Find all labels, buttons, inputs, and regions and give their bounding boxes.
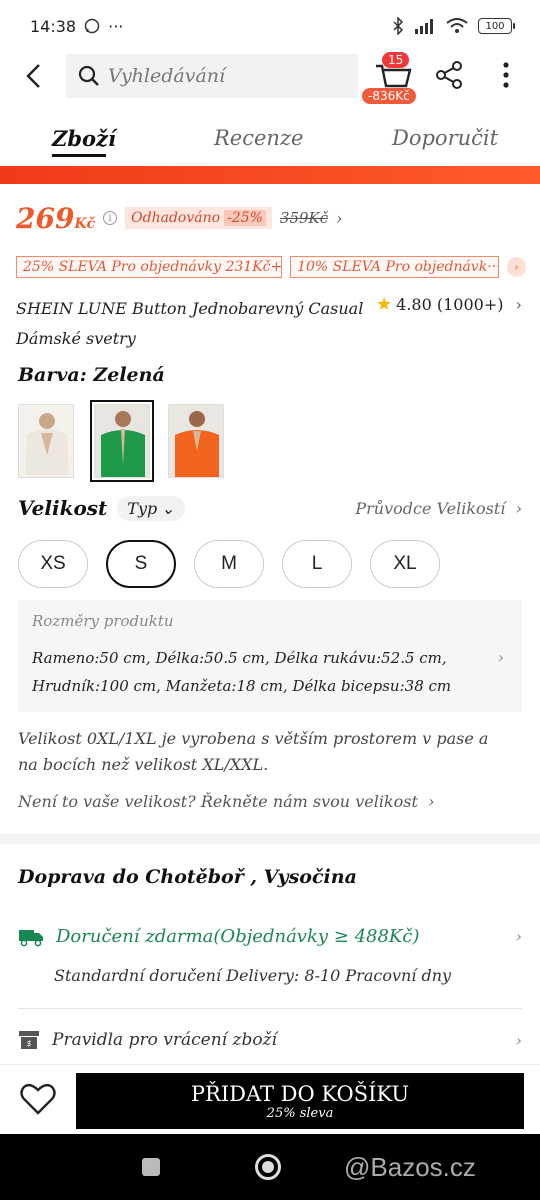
wifi-icon [446,18,468,33]
returns-label: Pravidla pro vrácení zboží [52,1030,277,1050]
coupon-row: 25% SLEVA Pro objednávky 231Kč+ 10% SLEV… [16,254,527,280]
back-arrow-icon[interactable] [22,62,46,90]
coupon-more-icon[interactable]: › [506,257,527,277]
status-time: 14:38 [30,16,77,36]
size-note: Velikost 0XL/1XL je vyrobena s větším pr… [18,729,489,774]
shipping-title: Doprava do Chotěboř , Vysočina [18,866,357,888]
cart-savings-badge: -836Kč [362,88,416,104]
returns-row[interactable]: $ Pravidla pro vrácení zboží › [18,1030,522,1050]
home-button[interactable] [255,1154,281,1180]
product-tabs: Zboží Recenze Doporučit [0,118,540,166]
current-price: 269Kč [16,202,95,235]
star-icon: ★ [376,294,393,315]
size-option-l[interactable]: L [282,540,352,588]
battery-level: 100 [485,20,505,32]
standard-delivery: Standardní doručení Delivery: 8-10 Praco… [54,966,452,985]
share-icon[interactable] [434,60,464,90]
size-type-dropdown[interactable]: Typ ⌄ [117,495,185,521]
watermark: @Bazos.cz [344,1152,476,1182]
size-option-xs[interactable]: XS [18,540,88,588]
chevron-right-icon: › [515,927,522,946]
product-dimensions[interactable]: Rozměry produktu Rameno:50 cm, Délka:50.… [18,600,522,712]
size-type-value: Typ [127,498,158,518]
estimated-price-box: Odhadováno -25% [125,207,272,229]
price-row: 269Kč i Odhadováno -25% 359Kč › [16,196,526,240]
dimensions-line-2: Hrudník:100 cm, Manžeta:18 cm, Délka bic… [32,677,452,695]
promo-banner-strip[interactable] [0,166,540,184]
old-price: 359Kč [279,209,329,227]
swatch-white[interactable] [18,404,74,478]
product-title: SHEIN LUNE Button Jednobarevný Casual Dá… [16,299,364,348]
section-divider [0,834,540,844]
size-fit-link[interactable]: Není to vaše velikost? Řekněte nám svou … [18,792,434,811]
price-currency: Kč [74,215,96,232]
size-option-xl[interactable]: XL [370,540,440,588]
rating-value: 4.80 (1000+) [396,295,504,314]
tab-reviews[interactable]: Recenze [214,126,303,150]
bottom-action-bar: PŘIDAT DO KOŠÍKU 25% sleva [0,1064,540,1134]
color-label: Barva: Zelená [18,364,165,386]
size-fit-label: Není to vaše velikost? Řekněte nám svou … [18,792,418,811]
return-box-icon: $ [19,1031,39,1049]
chevron-right-icon: › [515,1030,522,1050]
bluetooth-icon [393,17,404,35]
coupon-2[interactable]: 10% SLEVA Pro objednávk··· [290,256,499,278]
chevron-down-icon: ⌄ [161,498,175,518]
tab-recommend[interactable]: Doporučit [392,126,498,150]
free-shipping-label: Doručení zdarma(Objednávky ≥ 488Kč) [56,926,420,947]
size-guide-link[interactable]: Průvodce Velikostí › [355,499,522,518]
size-option-s[interactable]: S [106,540,176,588]
size-guide-label: Průvodce Velikostí [355,498,506,518]
add-to-cart-label: PŘIDAT DO KOŠÍKU [190,1081,410,1106]
search-input[interactable]: Vyhledávání [66,54,358,98]
coupon-1[interactable]: 25% SLEVA Pro objednávky 231Kč+ [16,256,283,278]
size-option-m[interactable]: M [194,540,264,588]
wishlist-heart-icon[interactable] [18,1079,58,1119]
search-placeholder: Vyhledávání [108,65,226,87]
discount-percent: -25% [224,210,266,226]
swatch-green[interactable] [90,400,154,482]
price-value: 269 [16,201,75,235]
size-row: Velikost Typ ⌄ Průvodce Velikostí › [18,492,522,524]
whatsapp-icon [84,18,100,34]
cart-count-badge: 15 [382,52,410,68]
add-to-cart-button[interactable]: PŘIDAT DO KOŠÍKU 25% sleva [76,1073,524,1129]
info-icon[interactable]: i [103,211,118,225]
size-label: Velikost [18,496,108,520]
add-to-cart-discount: 25% sleva [266,1105,334,1121]
chevron-right-icon: › [497,648,504,667]
divider [18,1008,522,1009]
more-options-icon[interactable] [496,60,516,90]
tab-goods[interactable]: Zboží [52,126,116,151]
recents-button[interactable] [142,1158,160,1176]
truck-icon [19,929,43,946]
size-options: XS S M L XL [18,540,440,588]
svg-text:$: $ [26,1039,31,1048]
status-bar: 14:38 ··· 100 [0,0,540,52]
chevron-right-icon[interactable]: › [336,209,342,228]
active-tab-indicator [52,154,106,157]
swatch-orange[interactable] [168,404,224,478]
dimensions-line-1: Rameno:50 cm, Délka:50.5 cm, Délka rukáv… [32,649,447,667]
system-nav-bar: @Bazos.cz [0,1134,540,1200]
battery-icon: 100 [478,18,515,34]
chevron-right-icon: › [515,295,522,314]
more-notifications-icon: ··· [108,16,124,36]
search-icon [78,65,99,86]
estimated-label: Odhadováno [131,210,221,226]
signal-icon [415,19,433,34]
dimensions-title: Rozměry produktu [32,612,174,630]
free-shipping-row[interactable]: Doručení zdarma(Objednávky ≥ 488Kč) › [18,926,522,947]
product-rating[interactable]: ★ 4.80 (1000+) › [376,294,522,315]
